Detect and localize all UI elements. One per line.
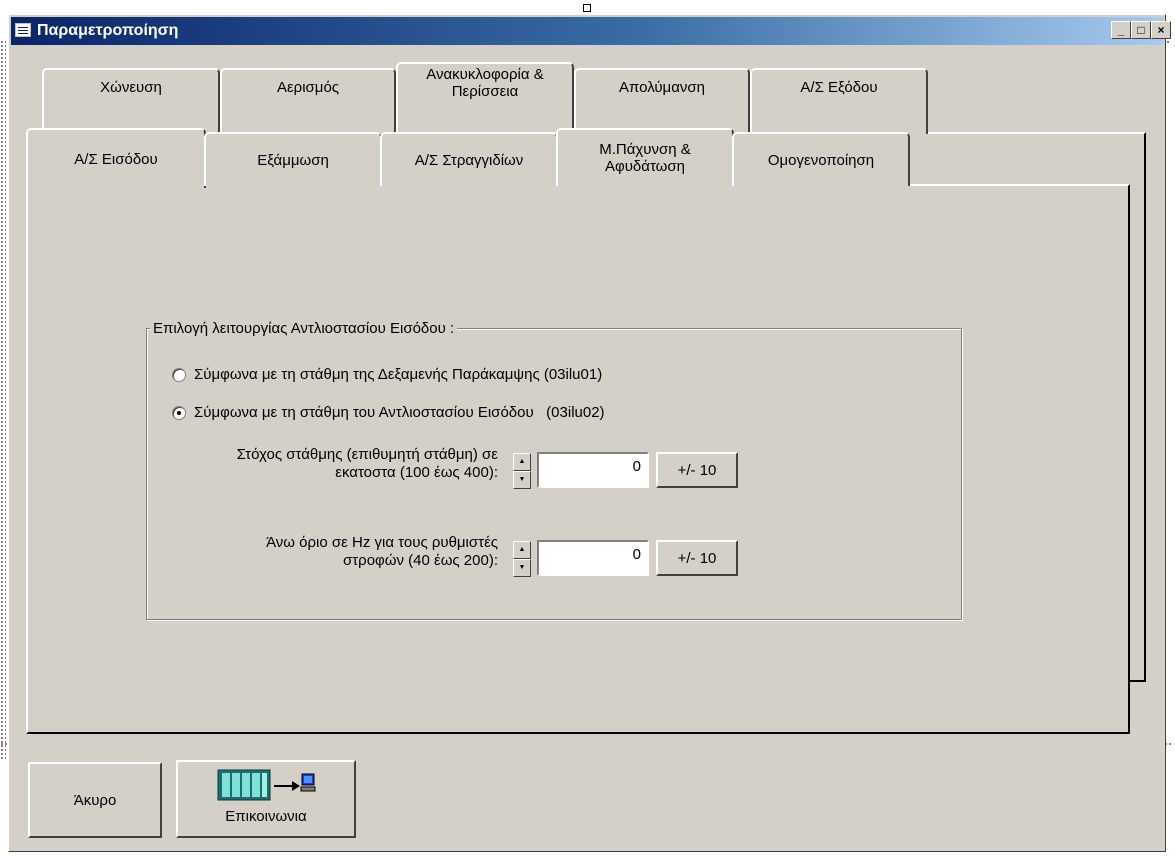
tab-input-pumping[interactable]: Α/Σ Εισόδου bbox=[26, 128, 206, 188]
minimize-button[interactable]: _ bbox=[1111, 21, 1131, 39]
radio-label: Σύμφωνα με τη στάθμη του Αντλιοστασίου Ε… bbox=[194, 404, 605, 421]
spin-up-icon[interactable]: ▲ bbox=[513, 541, 531, 559]
tab-label: Α/Σ Εξόδου bbox=[800, 78, 878, 96]
tab-digestion[interactable]: Χώνευση bbox=[42, 68, 220, 134]
tab-aeration[interactable]: Αερισμός bbox=[220, 68, 396, 134]
tab-thickening-dewatering[interactable]: Μ.Πάχυνση & Αφυδάτωση bbox=[556, 128, 734, 186]
tab-label: Α/Σ Εισόδου bbox=[74, 150, 158, 168]
tab-disinfection[interactable]: Απολύμανση bbox=[574, 68, 750, 134]
upper-limit-spinner[interactable]: ▲ ▼ bbox=[513, 541, 531, 577]
target-level-spinner[interactable]: ▲ ▼ bbox=[513, 453, 531, 489]
target-level-input[interactable]: 0 bbox=[537, 452, 649, 488]
tab-label: Απολύμανση bbox=[619, 78, 705, 96]
target-level-label: Στόχος στάθμης (επιθυμητή στάθμη) σε εκα… bbox=[236, 446, 498, 481]
design-grid-left bbox=[0, 40, 6, 760]
tab-output-pumping[interactable]: Α/Σ Εξόδου bbox=[750, 68, 928, 134]
upper-limit-label: Άνω όριο σε Hz για τους ρυθμιστές στροφώ… bbox=[266, 534, 498, 569]
cancel-button[interactable]: Άκυρο bbox=[28, 762, 162, 838]
tab-grit-removal[interactable]: Εξάμμωση bbox=[204, 132, 382, 186]
tab-recirculation-excess[interactable]: Ανακυκλοφορία & Περίσσεια bbox=[396, 62, 574, 134]
window-icon bbox=[15, 23, 31, 37]
spin-down-icon[interactable]: ▼ bbox=[513, 559, 531, 577]
plc-to-computer-icon bbox=[216, 768, 316, 806]
close-button[interactable]: × bbox=[1151, 21, 1171, 39]
radio-circle-selected[interactable] bbox=[172, 405, 186, 420]
tab-drainage-pumping[interactable]: Α/Σ Στραγγιδίων bbox=[380, 132, 558, 186]
spin-down-icon[interactable]: ▼ bbox=[513, 471, 531, 489]
group-legend: Επιλογή λειτουργίας Αντλιοστασίου Εισόδο… bbox=[150, 320, 458, 337]
tab-label: Ομογενοποίηση bbox=[767, 151, 875, 169]
title-bar[interactable]: Παραμετροποίηση _ □ × bbox=[11, 17, 1171, 45]
tab-label: Α/Σ Στραγγιδίων bbox=[414, 151, 524, 169]
radio-bypass-tank-level[interactable]: Σύμφωνα με τη στάθμη της Δεξαμενής Παράκ… bbox=[172, 366, 602, 383]
radio-label: Σύμφωνα με τη στάθμη της Δεξαμενής Παράκ… bbox=[194, 366, 603, 383]
window-title: Παραμετροποίηση bbox=[37, 22, 179, 39]
resize-handle[interactable] bbox=[583, 4, 591, 12]
tab-homogenization[interactable]: Ομογενοποίηση bbox=[732, 132, 910, 186]
upper-limit-input[interactable]: 0 bbox=[537, 540, 649, 576]
spin-up-icon[interactable]: ▲ bbox=[513, 453, 531, 471]
communication-label: Επικοινωνια bbox=[225, 808, 307, 825]
upper-limit-step-button[interactable]: +/- 10 bbox=[656, 540, 738, 576]
radio-input-station-level[interactable]: Σύμφωνα με τη στάθμη του Αντλιοστασίου Ε… bbox=[172, 404, 605, 421]
tab-label: Αερισμός bbox=[276, 78, 340, 96]
tab-label: Εξάμμωση bbox=[257, 151, 329, 169]
target-level-step-button[interactable]: +/- 10 bbox=[656, 452, 738, 488]
maximize-button[interactable]: □ bbox=[1131, 21, 1151, 39]
tab-label: Ανακυκλοφορία & Περίσσεια bbox=[426, 66, 544, 100]
radio-circle[interactable] bbox=[172, 367, 186, 382]
communication-button[interactable]: Επικοινωνια bbox=[176, 760, 356, 838]
tab-label: Μ.Πάχυνση & Αφυδάτωση bbox=[599, 141, 691, 175]
tab-label: Χώνευση bbox=[100, 78, 162, 96]
